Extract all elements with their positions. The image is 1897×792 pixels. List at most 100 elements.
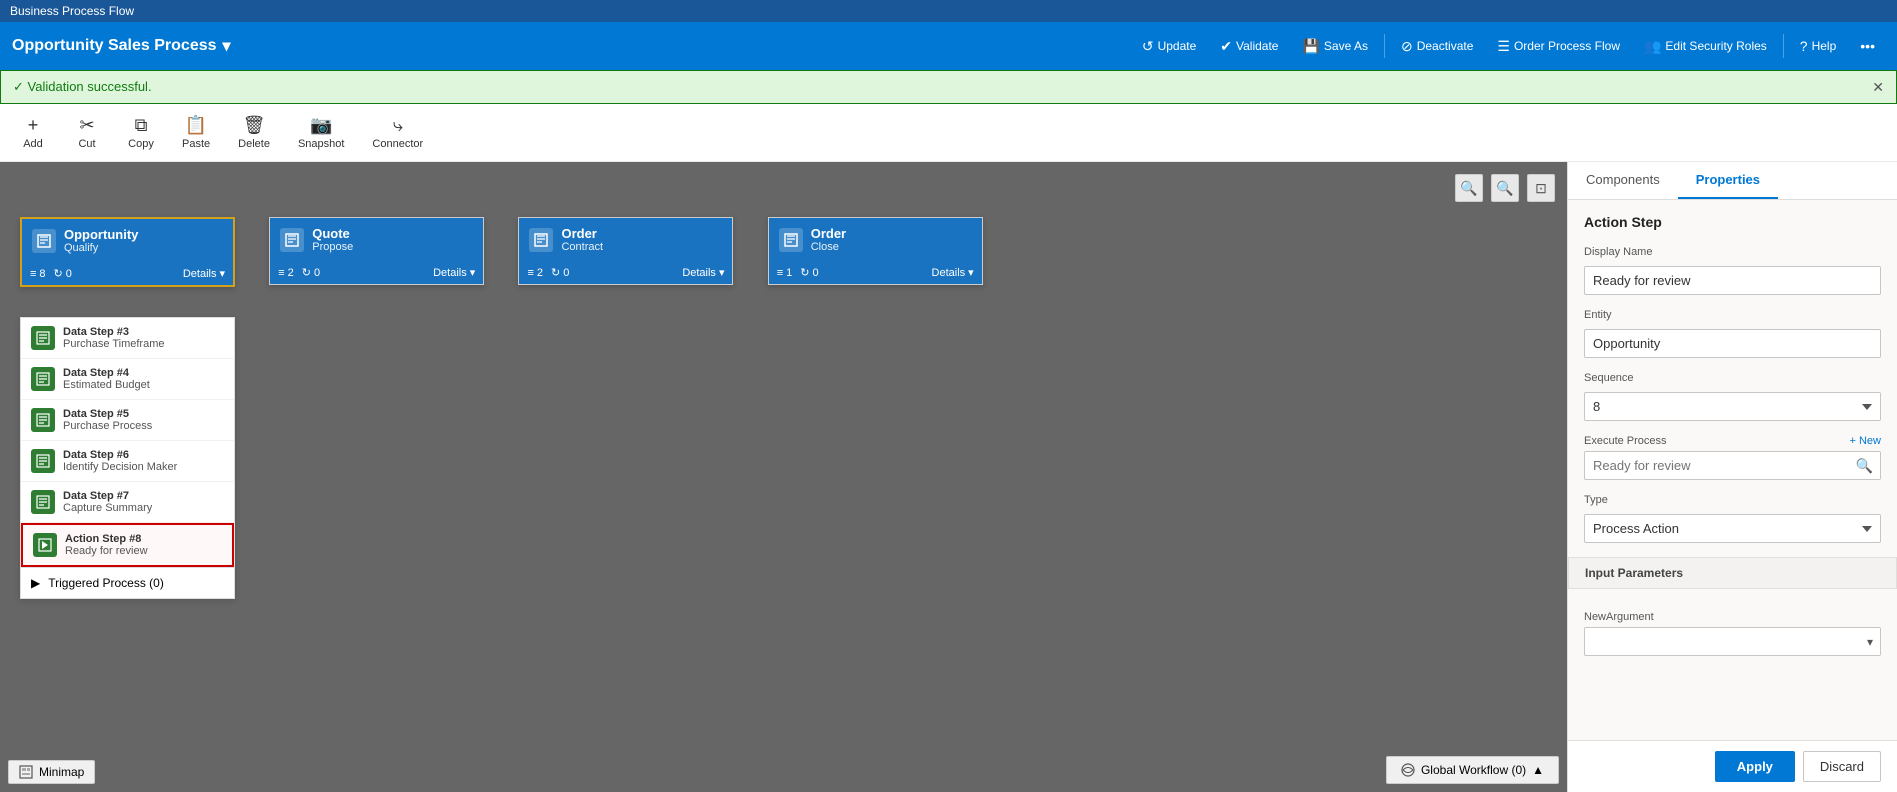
sequence-field-group: Sequence 8 1234 567910: [1584, 372, 1881, 421]
new-arg-select[interactable]: Option1 Option2: [1584, 627, 1881, 656]
cut-icon: ✂: [79, 115, 94, 136]
global-workflow-chevron[interactable]: ▲: [1532, 763, 1544, 777]
global-workflow-bar[interactable]: Global Workflow (0) ▲: [1386, 756, 1559, 784]
order-close-node[interactable]: Order Close ≡1 ↻0 Details ▾: [768, 217, 983, 285]
validation-check-icon: ✓: [13, 79, 28, 94]
order-close-details-button[interactable]: Details ▾: [932, 266, 974, 279]
order-close-node-subtitle: Close: [811, 241, 846, 253]
step-7-info: Data Step #7 Capture Summary: [63, 490, 152, 514]
order-contract-node-footer: ≡2 ↻0 Details ▾: [519, 261, 732, 284]
entity-label: Entity: [1584, 309, 1881, 321]
help-button[interactable]: ? Help: [1790, 34, 1846, 58]
step-4-item[interactable]: Data Step #4 Estimated Budget: [21, 359, 234, 400]
delete-label: Delete: [238, 138, 270, 150]
step-7-name: Data Step #7: [63, 490, 152, 502]
step-6-desc: Identify Decision Maker: [63, 461, 177, 473]
order-contract-condition-count: ↻0: [551, 266, 569, 279]
opportunity-node-title: Opportunity: [64, 227, 138, 242]
more-icon: •••: [1860, 38, 1875, 54]
step-6-item[interactable]: Data Step #6 Identify Decision Maker: [21, 441, 234, 482]
step-7-icon: [31, 490, 55, 514]
order-contract-node[interactable]: Order Contract ≡2 ↻0 Details ▾: [518, 217, 733, 285]
sequence-select[interactable]: 8 1234 567910: [1584, 392, 1881, 421]
save-as-label: Save As: [1324, 39, 1368, 53]
quote-node-icon: [280, 228, 304, 252]
snapshot-tool-button[interactable]: 📷 Snapshot: [286, 111, 356, 154]
execute-process-new-link[interactable]: + New: [1850, 435, 1882, 447]
help-icon: ?: [1800, 38, 1808, 54]
type-select[interactable]: Process Action Workflow Action Step: [1584, 514, 1881, 543]
paste-icon: 📋: [185, 115, 207, 136]
save-as-button[interactable]: 💾 Save As: [1292, 34, 1377, 59]
paste-tool-button[interactable]: 📋 Paste: [170, 111, 222, 154]
opportunity-details-button[interactable]: Details ▾: [183, 267, 225, 280]
display-name-input[interactable]: [1584, 266, 1881, 295]
validate-button[interactable]: ✔ Validate: [1210, 34, 1288, 59]
step-5-item[interactable]: Data Step #5 Purchase Process: [21, 400, 234, 441]
canvas[interactable]: 🔍 🔍 ⊡ Opportunity Qualify: [0, 162, 1567, 792]
update-button[interactable]: ↺ Update: [1132, 34, 1206, 59]
order-close-node-header: Order Close: [769, 218, 982, 261]
add-icon: +: [28, 115, 39, 136]
add-tool-button[interactable]: + Add: [8, 111, 58, 154]
step-3-name: Data Step #3: [63, 326, 164, 338]
deactivate-icon: ⊘: [1401, 38, 1413, 55]
zoom-in-button[interactable]: 🔍: [1491, 174, 1519, 202]
deactivate-button[interactable]: ⊘ Deactivate: [1391, 34, 1483, 59]
validation-bar: ✓ Validation successful. ✕: [0, 70, 1897, 104]
triggered-process-row[interactable]: ▶ Triggered Process (0): [21, 567, 234, 598]
cut-tool-button[interactable]: ✂ Cut: [62, 111, 112, 154]
quote-node-header: Quote Propose: [270, 218, 483, 261]
quote-node-subtitle: Propose: [312, 241, 353, 253]
step-5-name: Data Step #5: [63, 408, 152, 420]
order-contract-details-button[interactable]: Details ▾: [682, 266, 724, 279]
entity-input[interactable]: [1584, 329, 1881, 358]
minimap-bar[interactable]: Minimap: [8, 760, 95, 784]
edit-security-roles-button[interactable]: 👥 Edit Security Roles: [1634, 34, 1777, 59]
more-button[interactable]: •••: [1850, 34, 1885, 58]
apply-button[interactable]: Apply: [1715, 751, 1795, 782]
delete-tool-button[interactable]: 🗑 Delete: [226, 111, 282, 154]
paste-label: Paste: [182, 138, 210, 150]
step-8-item[interactable]: Action Step #8 Ready for review: [21, 523, 234, 567]
update-label: Update: [1158, 39, 1197, 53]
top-bar-title: Business Process Flow: [10, 4, 134, 18]
order-close-node-icon: [779, 228, 803, 252]
execute-process-input[interactable]: [1584, 451, 1881, 480]
validation-close-icon[interactable]: ✕: [1872, 79, 1884, 96]
tab-components[interactable]: Components: [1568, 162, 1678, 199]
sequence-label: Sequence: [1584, 372, 1881, 384]
fit-button[interactable]: ⊡: [1527, 174, 1555, 202]
step-4-desc: Estimated Budget: [63, 379, 150, 391]
order-process-flow-button[interactable]: ☰ Order Process Flow: [1487, 34, 1630, 59]
tab-properties[interactable]: Properties: [1678, 162, 1778, 199]
step-8-icon: [33, 533, 57, 557]
quote-details-button[interactable]: Details ▾: [433, 266, 475, 279]
connector-tool-button[interactable]: ⤷ Connector: [360, 111, 435, 154]
step-6-icon: [31, 449, 55, 473]
snapshot-label: Snapshot: [298, 138, 344, 150]
title-chevron[interactable]: ▾: [223, 36, 231, 56]
step-6-name: Data Step #6: [63, 449, 177, 461]
right-panel: Components Properties Action Step Displa…: [1567, 162, 1897, 792]
step-4-name: Data Step #4: [63, 367, 150, 379]
toolbar: + Add ✂ Cut ⧉ Copy 📋 Paste 🗑 Delete 📷 Sn…: [0, 104, 1897, 162]
validate-icon: ✔: [1220, 38, 1232, 55]
quote-node-title: Quote: [312, 226, 353, 241]
copy-icon: ⧉: [135, 115, 148, 136]
discard-button[interactable]: Discard: [1803, 751, 1881, 782]
opportunity-node[interactable]: Opportunity Qualify ≡8 ↻0 Details ▾: [20, 217, 235, 287]
zoom-out-button[interactable]: 🔍: [1455, 174, 1483, 202]
quote-step-count: ≡2: [278, 267, 294, 279]
validation-message: ✓ Validation successful.: [13, 79, 152, 95]
step-5-info: Data Step #5 Purchase Process: [63, 408, 152, 432]
step-7-item[interactable]: Data Step #7 Capture Summary: [21, 482, 234, 523]
opportunity-node-header: Opportunity Qualify: [22, 219, 233, 262]
quote-node[interactable]: Quote Propose ≡2 ↻0 Details ▾: [269, 217, 484, 285]
update-icon: ↺: [1142, 38, 1154, 55]
step-3-item[interactable]: Data Step #3 Purchase Timeframe: [21, 318, 234, 359]
display-name-field-group: Display Name: [1584, 246, 1881, 295]
order-close-title-wrap: Order Close: [811, 226, 846, 253]
step-5-icon: [31, 408, 55, 432]
copy-tool-button[interactable]: ⧉ Copy: [116, 111, 166, 154]
